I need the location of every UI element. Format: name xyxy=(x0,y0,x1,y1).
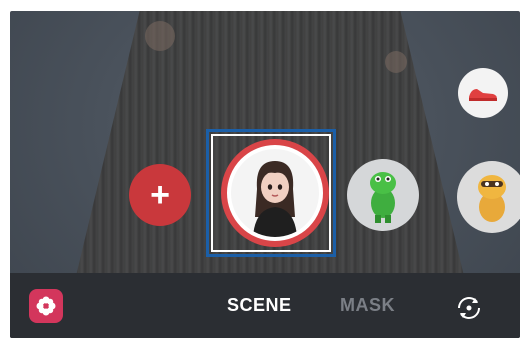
decoration xyxy=(145,21,175,51)
add-avatar-button[interactable]: + xyxy=(129,164,191,226)
decoration xyxy=(385,51,407,73)
switch-camera-icon xyxy=(458,297,480,319)
sticker-button[interactable] xyxy=(29,289,63,323)
avatar-portrait xyxy=(231,149,319,237)
cat-avatar[interactable] xyxy=(457,161,520,233)
sneaker-icon xyxy=(469,89,497,101)
camera-preview: + xyxy=(10,11,520,338)
switch-camera-button[interactable] xyxy=(452,291,486,325)
sneaker-sticker-button[interactable] xyxy=(458,68,508,118)
scene-mode-tab[interactable]: SCENE xyxy=(227,295,292,316)
plus-icon: + xyxy=(150,175,170,214)
flower-sticker-icon xyxy=(36,296,56,316)
mask-mode-tab[interactable]: MASK xyxy=(340,295,395,316)
dinosaur-avatar[interactable] xyxy=(347,159,419,231)
selected-avatar[interactable] xyxy=(221,139,329,247)
